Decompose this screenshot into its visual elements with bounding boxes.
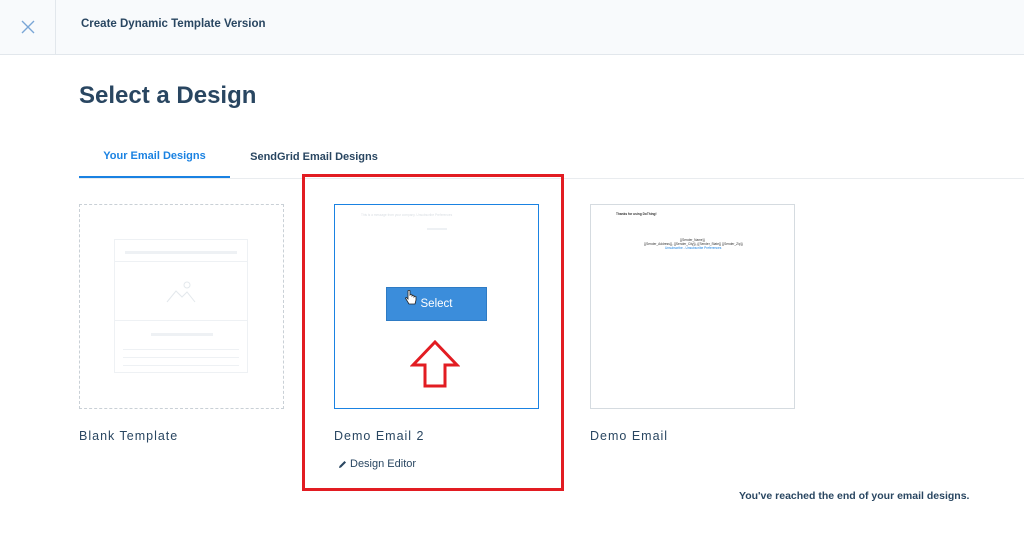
close-icon[interactable]: [21, 20, 35, 34]
select-button[interactable]: Select: [386, 287, 487, 321]
blank-template-wireframe: [114, 239, 248, 373]
blank-template-card[interactable]: [79, 204, 284, 409]
demo-email-card[interactable]: Thanks for using DoThing! {{Sender_Name}…: [590, 204, 795, 409]
design-editor-label: Design Editor: [350, 458, 417, 470]
tab-your-email-designs[interactable]: Your Email Designs: [79, 135, 230, 178]
end-of-designs-message: You've reached the end of your email des…: [739, 490, 970, 502]
top-bar: Create Dynamic Template Version: [0, 0, 1024, 55]
demo-email-2-label: Demo Email 2: [334, 429, 425, 443]
pencil-icon: [339, 460, 346, 468]
design-tabs: Your Email Designs SendGrid Email Design…: [79, 135, 1024, 179]
close-button[interactable]: [0, 0, 56, 54]
tab-sendgrid-email-designs[interactable]: SendGrid Email Designs: [239, 135, 389, 178]
header-title: Create Dynamic Template Version: [81, 18, 266, 30]
demo-email-preview-heading: Thanks for using DoThing!: [616, 212, 657, 216]
page-title: Select a Design: [79, 82, 257, 109]
demo-email-label: Demo Email: [590, 429, 669, 443]
demo-email-preview-links: Unsubscribe - Unsubscribe Preferences: [665, 246, 722, 250]
design-editor-link[interactable]: Design Editor: [338, 458, 416, 470]
image-placeholder-icon: [166, 281, 196, 303]
blank-template-label: Blank Template: [79, 429, 179, 443]
arrow-up-icon: [410, 339, 460, 388]
hand-cursor-icon: [405, 290, 417, 305]
demo-email-2-preview-text: This is a message from your company. Uns…: [361, 213, 453, 217]
